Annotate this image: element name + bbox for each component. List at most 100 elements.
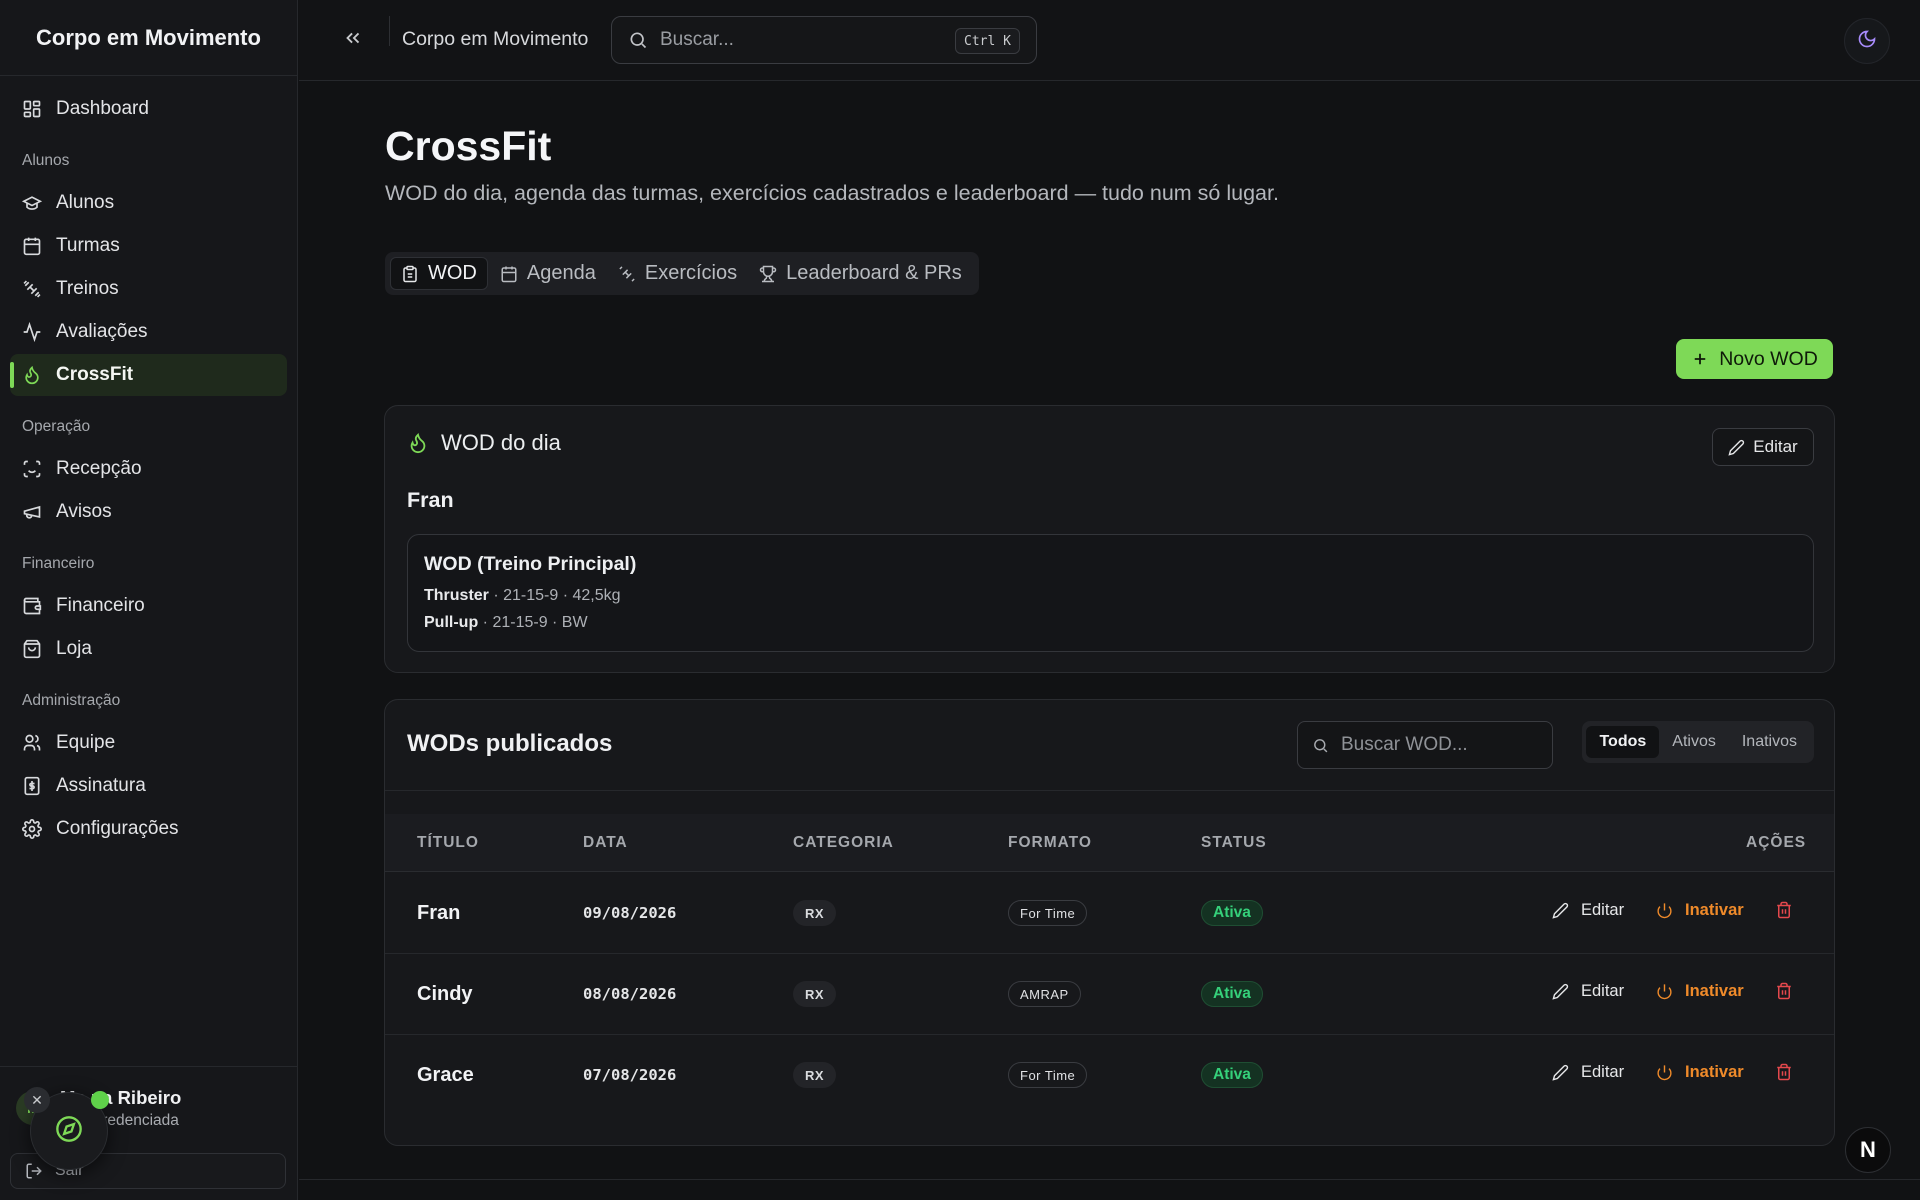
main-content: CrossFit WOD do dia, agenda das turmas, … — [299, 81, 1920, 1200]
close-icon[interactable]: ✕ — [24, 1087, 50, 1113]
column-header-categoria[interactable]: CATEGORIA — [793, 834, 894, 852]
new-wod-button[interactable]: Novo WOD — [1676, 339, 1833, 379]
sidebar-item-dashboard[interactable]: Dashboard — [10, 88, 287, 130]
app-root: Corpo em Movimento Dashboard Alunos Alun… — [0, 0, 1920, 1200]
sidebar-item-crossfit[interactable]: CrossFit — [10, 354, 287, 396]
sidebar-item-turmas[interactable]: Turmas — [10, 225, 287, 267]
trash-icon — [1775, 901, 1793, 924]
edit-wod-button[interactable]: Editar — [1712, 428, 1814, 466]
filter-ativos[interactable]: Ativos — [1659, 726, 1729, 758]
edit-row-button[interactable]: Editar — [1552, 982, 1624, 1001]
tab-label: Leaderboard & PRs — [786, 262, 962, 284]
brand-logo[interactable]: Corpo em Movimento — [0, 0, 297, 76]
sidebar-item-avisos[interactable]: Avisos — [10, 491, 287, 533]
sidebar-item-label: Avisos — [56, 501, 112, 522]
wod-date-cell: 07/08/2026 — [583, 1066, 677, 1084]
plus-icon — [1691, 350, 1709, 368]
header-divider — [389, 16, 390, 46]
edit-row-button[interactable]: Editar — [1552, 1063, 1624, 1082]
dumbbell-icon — [22, 279, 42, 299]
sidebar-item-equipe[interactable]: Equipe — [10, 722, 287, 764]
sidebar-item-loja[interactable]: Loja — [10, 628, 287, 670]
calendar-icon — [500, 265, 518, 283]
wod-name: Fran — [407, 488, 454, 512]
search-shortcut: Ctrl K — [955, 28, 1020, 54]
tab-agenda[interactable]: Agenda — [490, 257, 606, 290]
sidebar-item-recepcao[interactable]: Recepção — [10, 448, 287, 490]
pencil-icon — [1552, 1064, 1569, 1081]
sidebar-nav: Dashboard Alunos Alunos Turmas Treinos A… — [0, 76, 297, 850]
global-search-input[interactable]: Buscar... Ctrl K — [611, 16, 1037, 64]
megaphone-icon — [22, 502, 42, 522]
column-header-data[interactable]: DATA — [583, 834, 628, 852]
inactivate-row-button[interactable]: Inativar — [1656, 901, 1744, 920]
delete-row-button[interactable] — [1775, 982, 1793, 1005]
column-header-titulo[interactable]: TÍTULO — [417, 834, 479, 852]
filter-inativos[interactable]: Inativos — [1729, 726, 1810, 758]
sidebar-item-assinatura[interactable]: Assinatura — [10, 765, 287, 807]
header-title: Corpo em Movimento — [402, 28, 589, 50]
delete-row-button[interactable] — [1775, 1063, 1793, 1086]
delete-row-button[interactable] — [1775, 901, 1793, 924]
status-dot — [91, 1091, 109, 1109]
new-wod-label: Novo WOD — [1719, 347, 1818, 370]
sidebar-item-financeiro[interactable]: Financeiro — [10, 585, 287, 627]
sidebar-item-label: Configurações — [56, 818, 179, 839]
table-row: Cindy 08/08/2026 RX AMRAP Ativa Editar I… — [385, 954, 1834, 1035]
sidebar: Corpo em Movimento Dashboard Alunos Alun… — [0, 0, 298, 1200]
scan-face-icon — [22, 459, 42, 479]
top-header: Corpo em Movimento Buscar... Ctrl K — [299, 0, 1920, 81]
theme-toggle-button[interactable] — [1844, 18, 1890, 64]
chevrons-left-icon — [342, 27, 364, 54]
column-header-formato[interactable]: FORMATO — [1008, 834, 1092, 852]
table-header: TÍTULO DATA CATEGORIA FORMATO STATUS AÇÕ… — [385, 814, 1834, 872]
sidebar-item-label: Turmas — [56, 235, 120, 256]
section-tabs: WOD Agenda Exercícios Leaderboard & PRs — [385, 252, 979, 295]
sidebar-item-label: Financeiro — [56, 595, 145, 616]
exercise-name: Thruster — [424, 587, 489, 604]
activity-icon — [22, 322, 42, 342]
tab-leaderboard[interactable]: Leaderboard & PRs — [749, 257, 972, 290]
sidebar-item-label: Treinos — [56, 278, 119, 299]
inactivate-label: Inativar — [1685, 901, 1744, 919]
sidebar-item-label: Avaliações — [56, 321, 148, 342]
sidebar-item-treinos[interactable]: Treinos — [10, 268, 287, 310]
sidebar-item-label: Recepção — [56, 458, 142, 479]
trophy-icon — [759, 265, 777, 283]
list-title: WODs publicados — [407, 730, 613, 757]
gear-icon — [22, 819, 42, 839]
format-badge: For Time — [1008, 900, 1088, 926]
edit-row-button[interactable]: Editar — [1552, 901, 1624, 920]
page-subtitle: WOD do dia, agenda das turmas, exercício… — [385, 181, 1279, 205]
logout-icon — [25, 1162, 43, 1180]
inactivate-label: Inativar — [1685, 982, 1744, 1000]
page-title: CrossFit — [385, 123, 552, 169]
wod-search-input[interactable]: Buscar WOD... — [1297, 721, 1553, 769]
inactivate-row-button[interactable]: Inativar — [1656, 1063, 1744, 1082]
collapse-sidebar-button[interactable] — [339, 28, 367, 52]
nextjs-badge[interactable]: N — [1845, 1127, 1891, 1173]
column-header-status[interactable]: STATUS — [1201, 834, 1267, 852]
wod-title-cell[interactable]: Fran — [417, 902, 460, 925]
flame-icon — [407, 432, 429, 454]
sidebar-item-alunos[interactable]: Alunos — [10, 182, 287, 224]
exercise-line: Pull-up · 21-15-9 · BW — [424, 614, 588, 632]
trash-icon — [1775, 982, 1793, 1005]
sidebar-item-configuracoes[interactable]: Configurações — [10, 808, 287, 850]
sidebar-item-avaliacoes[interactable]: Avaliações — [10, 311, 287, 353]
wod-title-cell[interactable]: Cindy — [417, 983, 473, 1006]
wod-card-title: WOD do dia — [441, 430, 561, 455]
search-placeholder: Buscar... — [660, 29, 734, 50]
exercise-detail: · 21-15-9 · 42,5kg — [488, 587, 621, 604]
filter-todos[interactable]: Todos — [1586, 726, 1660, 758]
trash-icon — [1775, 1063, 1793, 1086]
inactivate-row-button[interactable]: Inativar — [1656, 982, 1744, 1001]
edit-label: Editar — [1581, 982, 1625, 1000]
wod-title-cell[interactable]: Grace — [417, 1064, 474, 1087]
tab-wod[interactable]: WOD — [390, 257, 488, 290]
status-badge: Ativa — [1201, 1062, 1263, 1088]
tab-label: Agenda — [526, 262, 596, 284]
table-row: Grace 07/08/2026 RX For Time Ativa Edita… — [385, 1035, 1834, 1116]
tab-exercicios[interactable]: Exercícios — [608, 257, 747, 290]
pencil-icon — [1728, 439, 1745, 456]
